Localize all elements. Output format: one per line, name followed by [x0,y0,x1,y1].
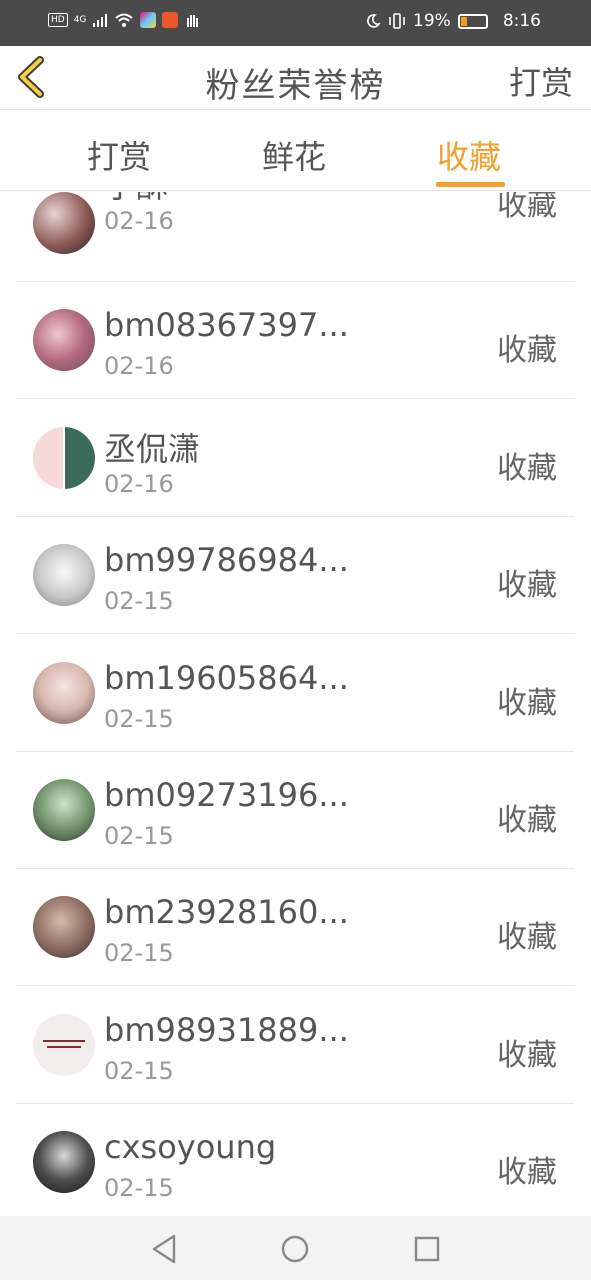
tab-tips[interactable]: 打赏 [87,132,151,178]
fan-action: 收藏 [497,451,557,486]
page-title: 粉丝荣誉榜 [205,66,386,106]
avatar [33,544,95,606]
status-bar: HD 4G 19% 8:16 [0,0,591,46]
fan-action: 收藏 [497,1038,557,1073]
list-item[interactable]: cxsoyoung 02-15 收藏 [16,1104,574,1216]
fan-list[interactable]: 宁酥 02-16 收藏 bm08367397... 02-16 收藏 丞侃潇 0… [0,192,591,1216]
avatar [33,779,95,841]
home-circle-icon[interactable] [278,1232,312,1266]
fan-date: 02-15 [104,822,174,850]
fan-action: 收藏 [497,803,557,838]
hand-icon [187,15,199,27]
avatar [33,896,95,958]
signal-icon [93,14,108,27]
avatar [33,1131,95,1193]
list-item[interactable]: bm09273196... 02-15 收藏 [16,752,574,869]
fan-name: bm23928160... [104,893,349,931]
avatar [33,427,95,489]
fan-action: 收藏 [497,920,557,955]
wifi-icon [115,13,134,27]
fan-date: 02-15 [104,587,174,615]
fan-name: bm09273196... [104,776,349,814]
fan-action: 收藏 [497,568,557,603]
fan-name: cxsoyoung [104,1128,277,1166]
list-item[interactable]: bm98931889... 02-15 收藏 [16,987,574,1104]
list-item[interactable]: bm23928160... 02-15 收藏 [16,869,574,986]
active-tab-indicator [436,182,505,187]
vibrate-icon [389,13,405,29]
avatar [33,1014,95,1076]
tip-button[interactable]: 打赏 [509,58,573,104]
avatar [33,309,95,371]
fan-name: 宁酥 [104,192,168,207]
fan-action: 收藏 [497,192,557,223]
fan-date: 02-15 [104,939,174,967]
app-header: 粉丝荣誉榜 打赏 [0,46,591,110]
tab-bar: 打赏 鲜花 收藏 [0,111,591,191]
avatar [33,662,95,724]
avatar [33,192,95,254]
fan-date: 02-16 [104,352,174,380]
fan-name: bm98931889... [104,1011,349,1049]
video-app-icon [162,12,179,28]
status-right: 19% 8:16 [365,11,541,31]
list-item[interactable]: bm99786984... 02-15 收藏 [16,517,574,634]
fan-name: bm08367397... [104,306,349,344]
moon-icon [367,14,381,28]
list-item[interactable]: bm08367397... 02-16 收藏 [16,282,574,399]
hd-icon: HD [48,13,68,27]
system-nav-bar [0,1216,591,1280]
tab-flowers[interactable]: 鲜花 [262,132,326,178]
list-item[interactable]: 丞侃潇 02-16 收藏 [16,400,574,517]
clock: 8:16 [502,11,541,31]
fan-action: 收藏 [497,686,557,721]
fan-date: 02-16 [104,470,174,498]
fan-action: 收藏 [497,333,557,368]
fan-name: bm99786984... [104,541,349,579]
fan-action: 收藏 [497,1155,557,1190]
fan-date: 02-15 [104,705,174,733]
fan-date: 02-15 [104,1057,174,1085]
battery-icon [457,13,488,29]
battery-percent: 19% [413,11,451,31]
network-label: 4G [73,15,87,25]
app-icon [140,12,157,28]
fan-name: 丞侃潇 [104,430,201,468]
list-item[interactable]: 宁酥 02-16 收藏 [16,192,574,282]
back-triangle-icon[interactable] [148,1232,182,1266]
tab-favorites[interactable]: 收藏 [437,132,501,178]
recents-square-icon[interactable] [410,1232,444,1266]
fan-name: bm19605864... [104,659,349,697]
fan-date: 02-15 [104,1174,174,1202]
fan-date: 02-16 [104,207,174,235]
status-left: HD 4G [48,12,200,28]
list-item[interactable]: bm19605864... 02-15 收藏 [16,635,574,752]
